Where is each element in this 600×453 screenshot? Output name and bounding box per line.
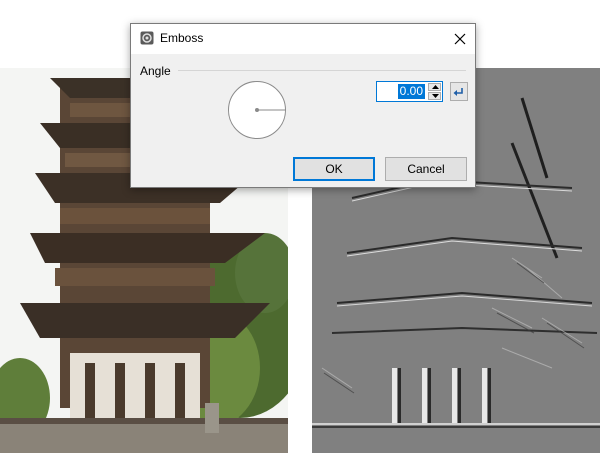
reset-button[interactable]: [450, 82, 468, 101]
cancel-button[interactable]: Cancel: [385, 157, 467, 181]
angle-spinner[interactable]: [428, 83, 441, 100]
reset-icon: [453, 88, 463, 96]
spin-up-button[interactable]: [428, 83, 441, 91]
close-button[interactable]: [445, 24, 475, 54]
angle-value[interactable]: 0.00: [397, 84, 425, 99]
spin-down-icon: [432, 94, 439, 98]
angle-group-label: Angle: [140, 64, 171, 78]
dialog-title: Emboss: [160, 31, 204, 45]
angle-input[interactable]: 0.00: [376, 81, 443, 102]
angle-dial[interactable]: [227, 80, 287, 140]
group-divider: [178, 70, 466, 71]
emboss-app-icon: [140, 31, 154, 45]
dialog-titlebar[interactable]: Emboss: [131, 24, 475, 54]
spin-down-button[interactable]: [428, 92, 441, 100]
ok-button[interactable]: OK: [293, 157, 375, 181]
emboss-dialog: Emboss Angle 0.00 OK Cancel: [130, 23, 476, 188]
close-icon: [454, 33, 466, 45]
spin-up-icon: [432, 85, 439, 89]
